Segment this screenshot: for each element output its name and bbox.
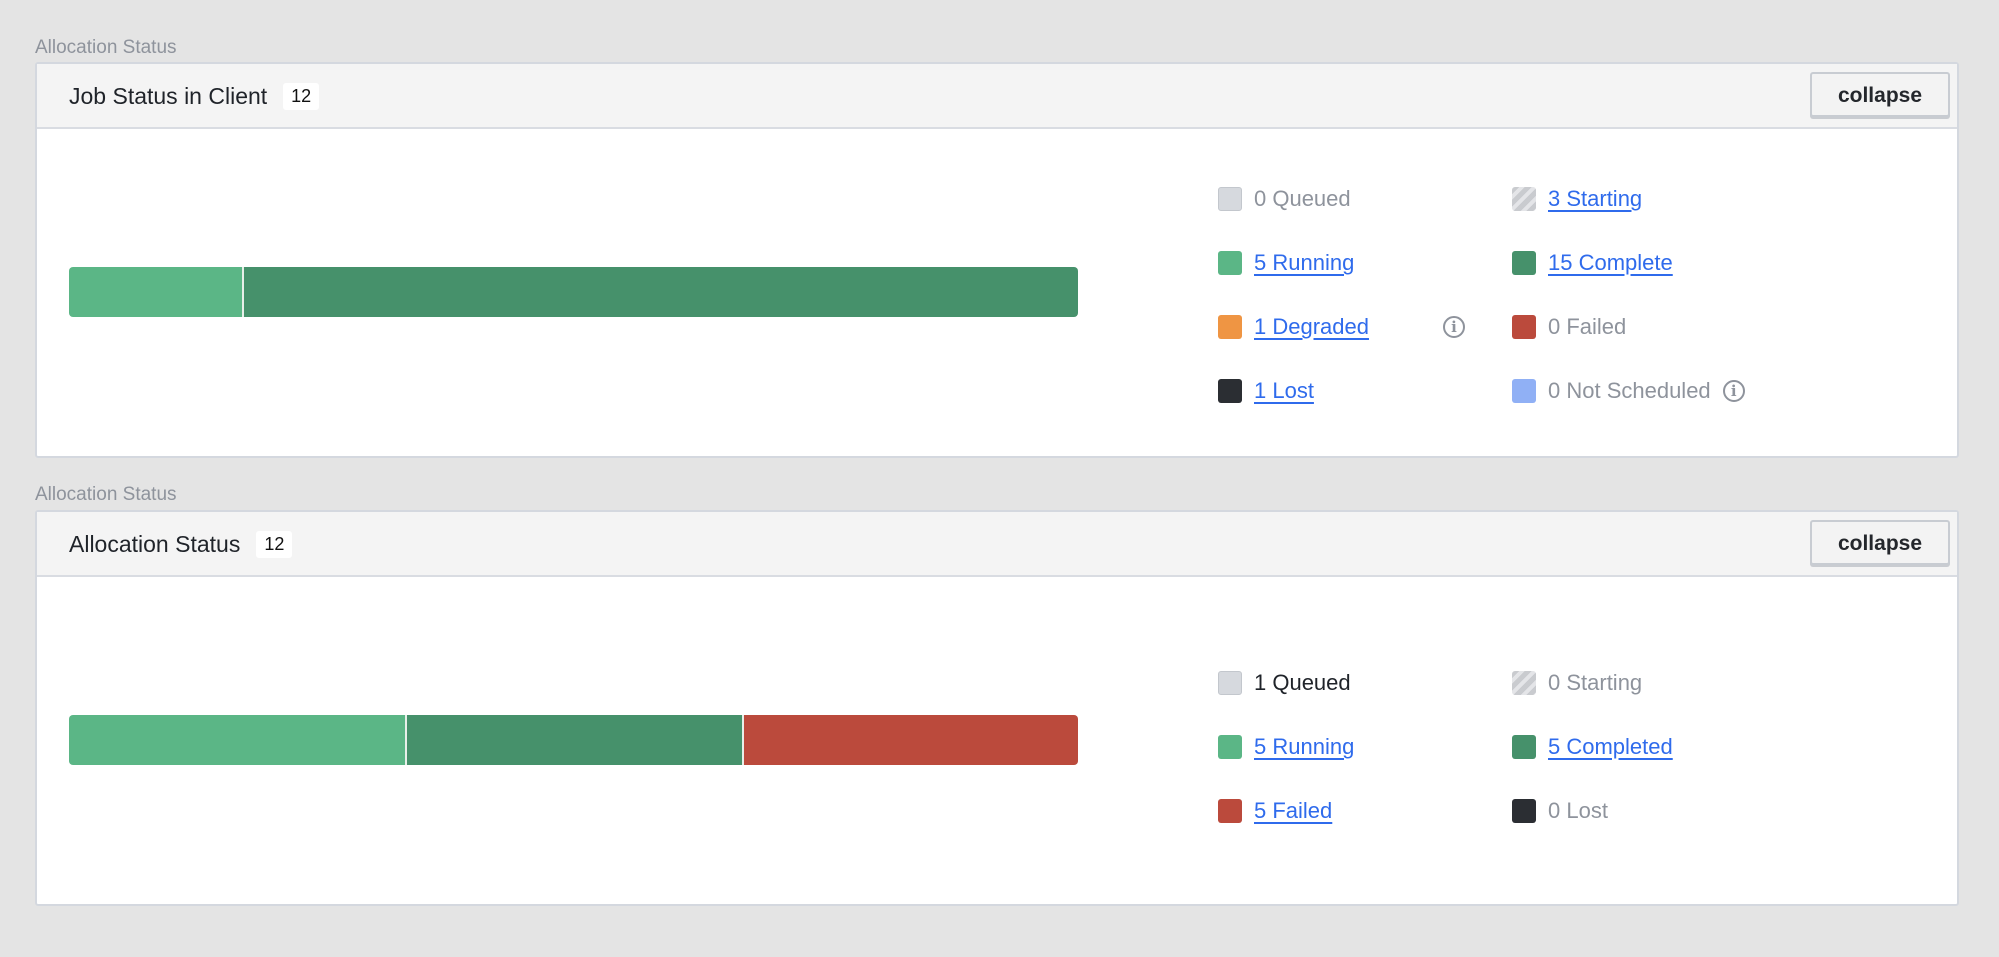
starting-swatch-icon bbox=[1512, 187, 1536, 211]
lost-swatch-icon bbox=[1218, 379, 1242, 403]
legend-item-running[interactable]: 5 Running bbox=[1218, 248, 1354, 278]
legend-label: 0 Failed bbox=[1548, 314, 1627, 339]
running-swatch-icon bbox=[1218, 251, 1242, 275]
legend-item-complete[interactable]: 5 Completed bbox=[1512, 732, 1673, 762]
queued-swatch-icon bbox=[1218, 671, 1242, 695]
bar-segment-failed[interactable] bbox=[741, 715, 1078, 765]
queued-swatch-icon bbox=[1218, 187, 1242, 211]
panel-title: Allocation Status 12 bbox=[69, 531, 293, 558]
bar-segment-running[interactable] bbox=[69, 715, 406, 765]
panel-header: Job Status in Client 12 collapse bbox=[37, 64, 1957, 129]
bar-segment-running[interactable] bbox=[69, 267, 242, 317]
collapse-button[interactable]: collapse bbox=[1810, 72, 1950, 117]
panel-header: Allocation Status 12 collapse bbox=[37, 512, 1957, 577]
legend-item-not-scheduled: 0 Not Scheduled i bbox=[1512, 376, 1745, 406]
failed-swatch-icon bbox=[1512, 315, 1536, 339]
legend-item-queued: 1 Queued bbox=[1218, 668, 1351, 698]
legend-item-starting: 0 Starting bbox=[1512, 668, 1642, 698]
section-label: Allocation Status bbox=[35, 37, 177, 58]
panel-title: Job Status in Client 12 bbox=[69, 83, 320, 110]
legend-label[interactable]: 15 Complete bbox=[1548, 250, 1673, 276]
bar-segment-complete[interactable] bbox=[405, 715, 742, 765]
legend-label[interactable]: 5 Running bbox=[1254, 734, 1354, 760]
starting-swatch-icon bbox=[1512, 671, 1536, 695]
legend-label[interactable]: 3 Starting bbox=[1548, 186, 1642, 212]
status-bar bbox=[69, 267, 1078, 317]
legend-item-failed[interactable]: 5 Failed bbox=[1218, 796, 1332, 826]
complete-swatch-icon bbox=[1512, 251, 1536, 275]
status-bar bbox=[69, 715, 1078, 765]
count-badge: 12 bbox=[256, 531, 293, 558]
count-badge: 12 bbox=[283, 83, 320, 110]
legend-label[interactable]: 1 Degraded bbox=[1254, 314, 1369, 340]
legend-label: 0 Starting bbox=[1548, 670, 1643, 695]
section-label: Allocation Status bbox=[35, 484, 177, 505]
job-status-panel: Job Status in Client 12 collapse 0 Queued… bbox=[35, 62, 1959, 458]
running-swatch-icon bbox=[1218, 735, 1242, 759]
legend-item-queued: 0 Queued bbox=[1218, 184, 1351, 214]
legend-label: 0 Lost bbox=[1548, 798, 1608, 823]
legend-label[interactable]: 5 Completed bbox=[1548, 734, 1673, 760]
allocation-status-panel: Allocation Status 12 collapse 1 Queued 0 S… bbox=[35, 510, 1959, 906]
legend-item-lost[interactable]: 1 Lost bbox=[1218, 376, 1314, 406]
legend-item-failed: 0 Failed bbox=[1512, 312, 1626, 342]
degraded-swatch-icon bbox=[1218, 315, 1242, 339]
panel-title-text: Job Status in Client bbox=[69, 83, 268, 109]
collapse-button[interactable]: collapse bbox=[1810, 520, 1950, 565]
legend-item-starting[interactable]: 3 Starting bbox=[1512, 184, 1642, 214]
legend-label: 0 Not Scheduled bbox=[1548, 378, 1711, 403]
legend-item-running[interactable]: 5 Running bbox=[1218, 732, 1354, 762]
legend-item-lost: 0 Lost bbox=[1512, 796, 1608, 826]
lost-swatch-icon bbox=[1512, 799, 1536, 823]
legend-label: 1 Queued bbox=[1254, 670, 1351, 695]
legend-item-degraded[interactable]: 1 Degraded i bbox=[1218, 312, 1465, 342]
legend-item-complete[interactable]: 15 Complete bbox=[1512, 248, 1673, 278]
panel-title-text: Allocation Status bbox=[69, 531, 241, 557]
info-icon[interactable]: i bbox=[1722, 380, 1745, 402]
complete-swatch-icon bbox=[1512, 735, 1536, 759]
not-scheduled-swatch-icon bbox=[1512, 379, 1536, 403]
legend-label[interactable]: 5 Failed bbox=[1254, 798, 1332, 824]
legend-label[interactable]: 5 Running bbox=[1254, 250, 1354, 276]
failed-swatch-icon bbox=[1218, 799, 1242, 823]
bar-segment-complete[interactable] bbox=[241, 267, 1078, 317]
legend-label: 0 Queued bbox=[1254, 186, 1351, 211]
info-icon[interactable]: i bbox=[1443, 316, 1465, 338]
legend-label[interactable]: 1 Lost bbox=[1254, 378, 1314, 404]
